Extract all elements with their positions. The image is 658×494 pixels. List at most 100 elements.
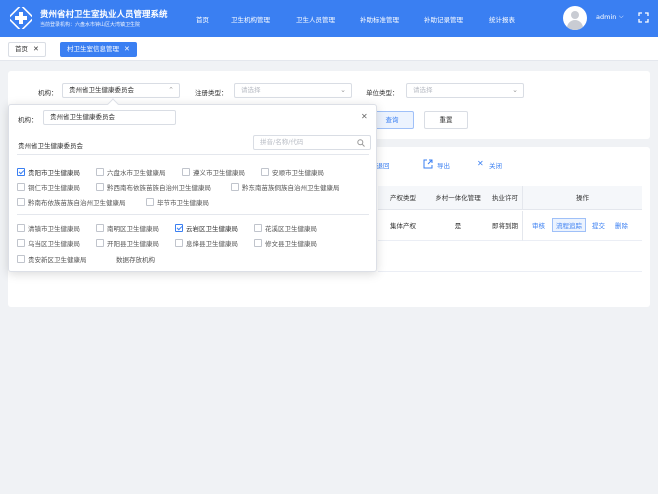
district-option-label: 开阳县卫生健康局 <box>107 240 159 248</box>
city-option[interactable]: 安顺市卫生健康局 <box>261 167 324 177</box>
divider <box>17 154 369 155</box>
city-option[interactable]: 贵阳市卫生健康局 <box>17 167 80 177</box>
checkbox[interactable] <box>182 168 190 176</box>
checkbox[interactable] <box>96 168 104 176</box>
search-icon[interactable] <box>357 139 365 147</box>
district-option[interactable]: 南明区卫生健康局 <box>96 223 159 233</box>
district-option[interactable]: 贵安新区卫生健康局 <box>17 254 87 264</box>
checkbox[interactable] <box>96 224 104 232</box>
close-icon[interactable]: ✕ <box>361 112 368 121</box>
checkbox[interactable] <box>96 239 104 247</box>
nav-subsidy-standard[interactable]: 补助标准管理 <box>360 14 399 24</box>
unit-type-label: 单位类型： <box>366 89 399 97</box>
district-option-label: 云岩区卫生健康局 <box>186 225 238 233</box>
nav-home[interactable]: 首页 <box>196 14 209 24</box>
checkbox[interactable] <box>146 198 154 206</box>
city-option[interactable]: 黔西南布依族苗族自治州卫生健康局 <box>96 182 211 192</box>
org-picker-popover: 机构： 贵州省卫生健康委员会 ✕ 贵州省卫生健康委员会 拼音/名称/代码 贵阳市… <box>8 98 377 272</box>
top-header: 贵州省村卫生室执业人员管理系统 当前登录机构：六盘水市钟山区大湾镇卫生院 首页 … <box>0 0 658 37</box>
popover-org-label: 机构： <box>18 116 38 124</box>
tab-home[interactable]: 首页 ✕ <box>8 42 46 57</box>
export-button[interactable]: 导出 <box>437 160 450 170</box>
district-option-label: 修文县卫生健康局 <box>265 240 317 248</box>
checkbox[interactable] <box>17 183 25 191</box>
checkbox[interactable] <box>17 239 25 247</box>
nav-personnel-mgmt[interactable]: 卫生人员管理 <box>296 14 335 24</box>
org-select[interactable]: 贵州省卫生健康委员会 ⌃ <box>62 83 180 98</box>
checkbox[interactable] <box>17 168 25 176</box>
checkbox[interactable] <box>231 183 239 191</box>
checkbox[interactable] <box>17 198 25 206</box>
popover-search-input[interactable]: 拼音/名称/代码 <box>253 135 371 150</box>
district-option[interactable]: 开阳县卫生健康局 <box>96 238 159 248</box>
city-option[interactable]: 毕节市卫生健康局 <box>146 197 209 207</box>
table-empty-row <box>378 242 642 272</box>
checkbox[interactable] <box>261 168 269 176</box>
col-property-type: 产权类型 <box>378 186 428 210</box>
review-link[interactable]: 审核 <box>532 220 545 230</box>
fullscreen-icon[interactable] <box>638 12 649 23</box>
city-option-label: 贵阳市卫生健康局 <box>28 169 80 177</box>
checkbox[interactable] <box>17 255 25 263</box>
district-option[interactable]: 修文县卫生健康局 <box>254 238 317 248</box>
close-icon[interactable]: ✕ <box>477 159 484 168</box>
reg-type-select[interactable]: 请选择 ⌄ <box>234 83 352 98</box>
submit-link[interactable]: 提交 <box>592 220 605 230</box>
avatar[interactable] <box>563 6 587 30</box>
city-option-label: 安顺市卫生健康局 <box>272 169 324 177</box>
district-option-label: 乌当区卫生健康局 <box>28 240 80 248</box>
col-actions: 操作 <box>522 186 642 210</box>
nav-facility-mgmt[interactable]: 卫生机构管理 <box>231 14 270 24</box>
close-icon[interactable]: ✕ <box>33 45 39 53</box>
district-option[interactable]: 息烽县卫生健康局 <box>175 238 238 248</box>
close-icon[interactable]: ✕ <box>124 45 130 53</box>
city-option[interactable]: 铜仁市卫生健康局 <box>17 182 80 192</box>
city-option[interactable]: 黔南布依族苗族自治州卫生健康局 <box>17 197 126 207</box>
city-option-label: 铜仁市卫生健康局 <box>28 184 80 192</box>
system-title: 贵州省村卫生室执业人员管理系统 <box>40 10 168 20</box>
popover-section-title: 贵州省卫生健康委员会 <box>18 142 83 150</box>
city-option[interactable]: 遵义市卫生健康局 <box>182 167 245 177</box>
reset-button[interactable]: 重置 <box>424 111 468 129</box>
checkbox[interactable] <box>254 239 262 247</box>
city-option[interactable]: 六盘水市卫生健康局 <box>96 167 166 177</box>
district-option-label: 花溪区卫生健康局 <box>265 225 317 233</box>
district-option[interactable]: 乌当区卫生健康局 <box>17 238 80 248</box>
checkbox[interactable] <box>254 224 262 232</box>
district-option[interactable]: 清镇市卫生健康局 <box>17 223 80 233</box>
data-storage-org-label: 数据存放机构 <box>116 256 155 264</box>
checkbox[interactable] <box>175 224 183 232</box>
tab-home-label: 首页 <box>15 45 28 53</box>
checkbox[interactable] <box>175 239 183 247</box>
chevron-down-icon[interactable]: ⌵ <box>619 13 624 21</box>
district-option-label: 南明区卫生健康局 <box>107 225 159 233</box>
tab-bar: 首页 ✕ 村卫生室信息管理 ✕ <box>0 37 658 61</box>
popover-org-input[interactable]: 贵州省卫生健康委员会 <box>43 110 176 125</box>
city-option-label: 遵义市卫生健康局 <box>193 169 245 177</box>
close-button[interactable]: 关闭 <box>489 160 502 170</box>
org-select-value: 贵州省卫生健康委员会 <box>69 86 134 94</box>
district-option[interactable]: 云岩区卫生健康局 <box>175 223 238 233</box>
city-option-label: 六盘水市卫生健康局 <box>107 169 166 177</box>
city-option-label: 黔东南苗族侗族自治州卫生健康局 <box>242 184 340 192</box>
avatar-head-shape <box>571 11 579 19</box>
popover-search-placeholder: 拼音/名称/代码 <box>260 138 304 146</box>
unit-type-select[interactable]: 请选择 ⌄ <box>406 83 524 98</box>
nav-reports[interactable]: 统计报表 <box>489 14 515 24</box>
delete-link[interactable]: 删除 <box>615 220 628 230</box>
export-icon[interactable] <box>423 159 433 169</box>
process-trace-link[interactable]: 流程追踪 <box>552 218 586 232</box>
divider <box>17 214 369 215</box>
tab-clinic-info[interactable]: 村卫生室信息管理 ✕ <box>60 42 137 57</box>
username[interactable]: admin <box>596 13 616 21</box>
nav-subsidy-record[interactable]: 补助记录管理 <box>424 14 463 24</box>
unit-type-placeholder: 请选择 <box>413 86 433 94</box>
checkbox[interactable] <box>96 183 104 191</box>
checkbox[interactable] <box>17 224 25 232</box>
city-option-label: 黔西南布依族苗族自治州卫生健康局 <box>107 184 211 192</box>
city-option[interactable]: 黔东南苗族侗族自治州卫生健康局 <box>231 182 340 192</box>
tab-clinic-info-label: 村卫生室信息管理 <box>67 45 119 53</box>
district-option[interactable]: 花溪区卫生健康局 <box>254 223 317 233</box>
logo-icon <box>10 7 32 29</box>
org-label: 机构： <box>38 89 58 97</box>
